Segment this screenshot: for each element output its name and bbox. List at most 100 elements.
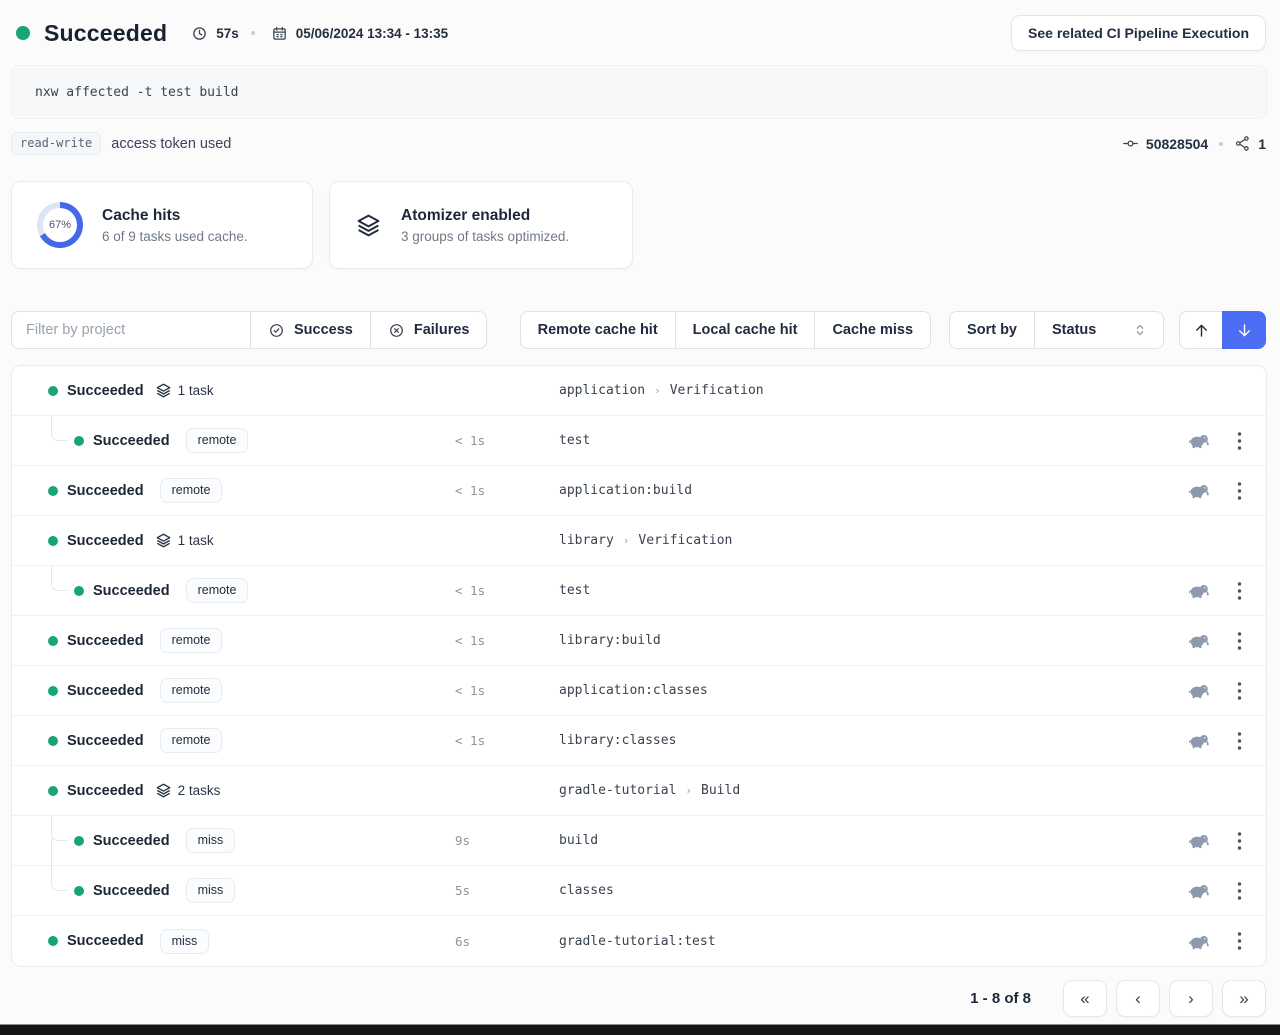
- failures-filter-button[interactable]: Failures: [370, 311, 488, 349]
- pagination-prev-button[interactable]: ‹: [1116, 980, 1160, 1017]
- status-dot: [48, 936, 58, 946]
- task-row[interactable]: Succeededremote< 1stest: [12, 416, 1266, 466]
- task-group-row[interactable]: Succeeded1 taskapplication›Verification: [12, 366, 1266, 416]
- row-duration: < 1s: [455, 483, 559, 498]
- status-dot: [48, 536, 58, 546]
- project-filter-group: Success Failures: [11, 311, 487, 349]
- kebab-menu-icon[interactable]: [1237, 482, 1242, 500]
- row-duration: 9s: [455, 833, 559, 848]
- kebab-menu-icon[interactable]: [1237, 732, 1242, 750]
- chevron-right-icon: ›: [685, 784, 692, 797]
- task-row[interactable]: Succeededremote< 1sapplication:build: [12, 466, 1266, 516]
- task-row[interactable]: Succeededmiss5sclasses: [12, 866, 1266, 916]
- summary-cards: 67% Cache hits 6 of 9 tasks used cache. …: [11, 181, 1268, 269]
- pagination-last-button[interactable]: »: [1222, 980, 1266, 1017]
- kebab-menu-icon[interactable]: [1237, 432, 1242, 450]
- target-name: Build: [701, 783, 740, 798]
- pagination-range-label: 1 - 8 of 8: [970, 990, 1031, 1007]
- row-status-label: Succeeded: [67, 783, 144, 799]
- row-status-cell: Succeededmiss: [74, 828, 455, 853]
- task-group-row[interactable]: Succeeded1 task library›Verification: [12, 516, 1266, 566]
- row-status-label: Succeeded: [93, 883, 170, 899]
- chevron-up-down-icon: [1134, 323, 1146, 337]
- kebab-menu-icon[interactable]: [1237, 832, 1242, 850]
- tree-connector: [51, 866, 67, 891]
- row-status-label: Succeeded: [67, 383, 144, 399]
- chevron-right-icon: ›: [623, 534, 630, 547]
- status-dot: [74, 586, 84, 596]
- gradle-elephant-icon[interactable]: [1188, 731, 1211, 750]
- filter-by-project-input[interactable]: [11, 311, 251, 349]
- layers-icon: [155, 782, 172, 799]
- row-status-label: Succeeded: [67, 483, 144, 499]
- row-status-cell: Succeeded1 task: [48, 382, 455, 399]
- cache-hits-card[interactable]: 67% Cache hits 6 of 9 tasks used cache.: [11, 181, 313, 269]
- success-filter-label: Success: [294, 322, 353, 338]
- atomizer-subtitle: 3 groups of tasks optimized.: [401, 229, 569, 244]
- cache-hits-percent: 67%: [43, 208, 77, 242]
- atomizer-title: Atomizer enabled: [401, 207, 569, 225]
- task-name: test: [559, 583, 590, 598]
- separator-dot: [251, 31, 255, 35]
- status-dot: [74, 836, 84, 846]
- row-duration: 6s: [455, 934, 559, 949]
- row-actions: [1188, 881, 1266, 900]
- task-row[interactable]: Succeededmiss9sbuild: [12, 816, 1266, 866]
- run-duration-value: 57s: [216, 26, 239, 41]
- sort-ascending-button[interactable]: [1179, 311, 1223, 349]
- remote-cache-hit-button[interactable]: Remote cache hit: [520, 311, 676, 349]
- gradle-elephant-icon[interactable]: [1188, 631, 1211, 650]
- related-ci-pipeline-button[interactable]: See related CI Pipeline Execution: [1011, 15, 1266, 51]
- commit-icon: [1122, 135, 1139, 152]
- kebab-menu-icon[interactable]: [1237, 882, 1242, 900]
- filter-toolbar: Success Failures Remote cache hit Local …: [11, 311, 1266, 349]
- sort-descending-button[interactable]: [1222, 311, 1266, 349]
- cache-status-badge: miss: [186, 878, 236, 903]
- task-row[interactable]: Succeededremote< 1slibrary:classes: [12, 716, 1266, 766]
- cache-miss-button[interactable]: Cache miss: [814, 311, 931, 349]
- gradle-elephant-icon[interactable]: [1188, 681, 1211, 700]
- layers-icon: [155, 382, 172, 399]
- pagination-next-button[interactable]: ›: [1169, 980, 1213, 1017]
- gradle-elephant-icon[interactable]: [1188, 881, 1211, 900]
- gradle-elephant-icon[interactable]: [1188, 831, 1211, 850]
- row-target: library›Verification: [559, 533, 1266, 548]
- task-row[interactable]: Succeededmiss6sgradle-tutorial:test: [12, 916, 1266, 966]
- success-filter-button[interactable]: Success: [250, 311, 371, 349]
- task-row[interactable]: Succeededremote< 1slibrary:build: [12, 616, 1266, 666]
- cache-status-badge: remote: [186, 578, 249, 603]
- row-status-label: Succeeded: [67, 933, 144, 949]
- atomizer-card[interactable]: Atomizer enabled 3 groups of tasks optim…: [329, 181, 633, 269]
- target-name: Verification: [670, 383, 764, 398]
- pagination-first-button[interactable]: «: [1063, 980, 1107, 1017]
- kebab-menu-icon[interactable]: [1237, 682, 1242, 700]
- row-duration: < 1s: [455, 683, 559, 698]
- commit-sha[interactable]: 50828504: [1146, 136, 1208, 152]
- check-circle-icon: [268, 322, 285, 339]
- task-row[interactable]: Succeededremote< 1sapplication:classes: [12, 666, 1266, 716]
- sort-status-select[interactable]: Status: [1034, 311, 1164, 349]
- kebab-menu-icon[interactable]: [1237, 582, 1242, 600]
- task-group-row[interactable]: Succeeded2 tasksgradle-tutorial›Build: [12, 766, 1266, 816]
- row-status-label: Succeeded: [93, 833, 170, 849]
- cache-hits-subtitle: 6 of 9 tasks used cache.: [102, 229, 248, 244]
- gradle-elephant-icon[interactable]: [1188, 932, 1211, 951]
- task-row[interactable]: Succeededremote< 1stest: [12, 566, 1266, 616]
- branch-count[interactable]: 1: [1258, 136, 1266, 152]
- access-token-label: access token used: [111, 136, 231, 152]
- gradle-elephant-icon[interactable]: [1188, 481, 1211, 500]
- task-name: test: [559, 433, 590, 448]
- chevron-right-icon: ›: [654, 384, 661, 397]
- row-target: build: [559, 833, 1188, 848]
- kebab-menu-icon[interactable]: [1237, 932, 1242, 950]
- task-count-label: 1 task: [178, 533, 214, 548]
- row-status-label: Succeeded: [93, 433, 170, 449]
- row-target: application:build: [559, 483, 1188, 498]
- gradle-elephant-icon[interactable]: [1188, 581, 1211, 600]
- row-target: gradle-tutorial:test: [559, 934, 1188, 949]
- gradle-elephant-icon[interactable]: [1188, 431, 1211, 450]
- tree-connector: [51, 816, 67, 841]
- local-cache-hit-button[interactable]: Local cache hit: [675, 311, 816, 349]
- row-status-cell: Succeeded1 task: [48, 532, 455, 549]
- kebab-menu-icon[interactable]: [1237, 632, 1242, 650]
